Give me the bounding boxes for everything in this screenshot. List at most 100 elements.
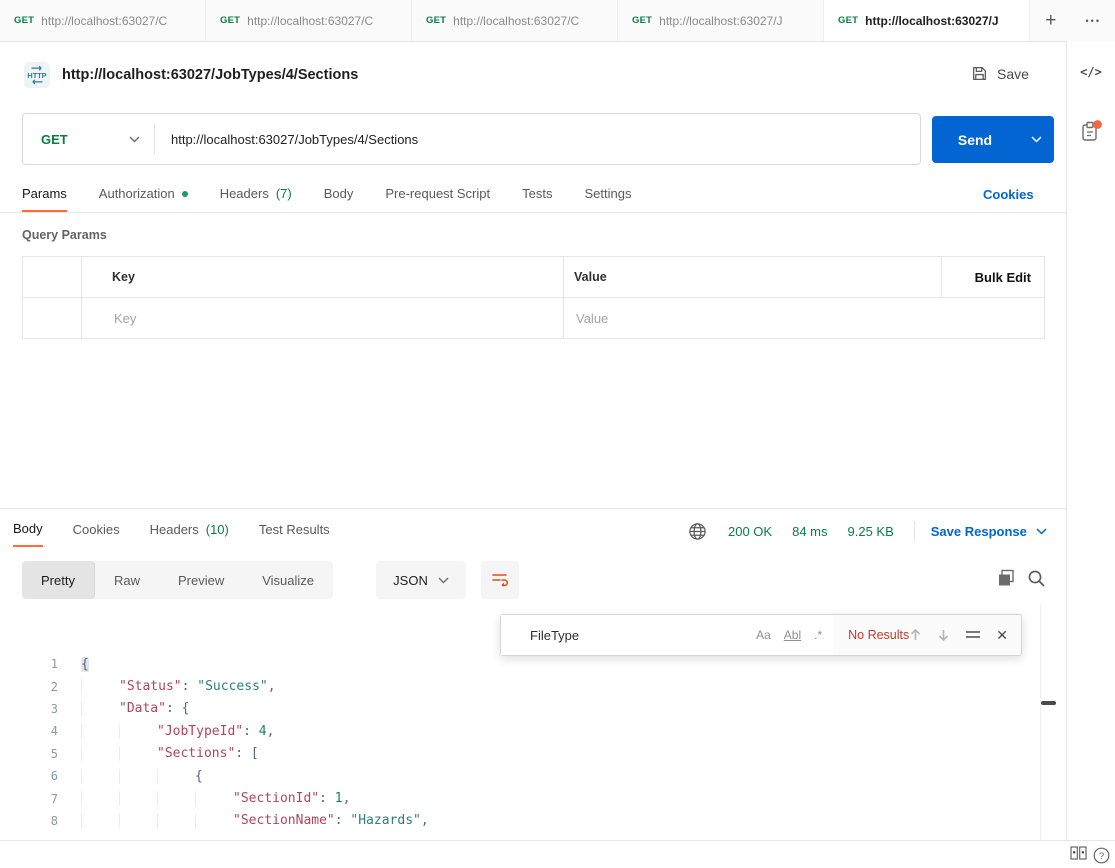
tab-url-label: http://localhost:63027/J <box>659 14 809 28</box>
copy-response-button[interactable] <box>997 569 1016 593</box>
code-content: "JobTypeId": 4, <box>81 724 274 739</box>
new-tab-button[interactable]: + <box>1030 0 1072 41</box>
view-raw[interactable]: Raw <box>95 561 159 599</box>
response-meta: 200 OK 84 ms 9.25 KB Save Response <box>688 521 1047 541</box>
request-tab-5[interactable]: GET http://localhost:63027/J <box>824 0 1030 41</box>
tab-method-label: GET <box>14 15 34 26</box>
json-token: "Hazards" <box>350 813 420 828</box>
regex-toggle[interactable]: .* <box>814 628 822 642</box>
indent-guide <box>119 813 157 828</box>
response-tab-cookies[interactable]: Cookies <box>73 517 120 547</box>
network-globe-icon[interactable] <box>688 522 707 541</box>
find-next-icon[interactable] <box>937 628 950 642</box>
response-tab-body[interactable]: Body <box>13 517 43 547</box>
tab-headers[interactable]: Headers(7) <box>220 182 292 210</box>
indent-guide <box>157 813 195 828</box>
find-modes: Aa Abl .* <box>756 628 822 642</box>
tab-authorization[interactable]: Authorization <box>99 182 188 210</box>
save-response-button[interactable]: Save Response <box>931 524 1047 539</box>
indent-guide <box>119 769 157 784</box>
tab-options-icon[interactable]: ••• <box>1072 0 1115 41</box>
app-window: GEThttp://localhost:63027/CGEThttp://loc… <box>0 0 1115 868</box>
bulk-edit-button[interactable]: Bulk Edit <box>975 270 1031 285</box>
match-case-toggle[interactable]: Aa <box>756 628 771 642</box>
chevron-down-icon <box>1036 528 1047 535</box>
wrap-text-icon <box>491 572 509 588</box>
whole-word-toggle[interactable]: Abl <box>784 628 801 642</box>
split-panes-icon[interactable] <box>1070 846 1087 865</box>
save-button[interactable]: Save <box>971 65 1029 82</box>
response-tab-headers[interactable]: Headers(10) <box>150 517 229 547</box>
search-response-button[interactable] <box>1027 569 1046 593</box>
tab-tests[interactable]: Tests <box>522 182 552 210</box>
code-line: 7"SectionId": 1, <box>0 787 1040 809</box>
json-token: , <box>267 724 275 739</box>
request-tab-2[interactable]: GEThttp://localhost:63027/C <box>206 0 412 41</box>
copy-icon <box>997 569 1016 588</box>
json-token: { <box>195 769 203 784</box>
row-drag-handle[interactable] <box>23 298 81 338</box>
tab-params[interactable]: Params <box>22 182 67 212</box>
send-button[interactable]: Send <box>932 116 1054 163</box>
tab-settings[interactable]: Settings <box>584 182 631 210</box>
method-label: GET <box>41 132 129 147</box>
send-options-chevron[interactable] <box>1018 116 1054 163</box>
method-dropdown[interactable]: GET <box>23 114 154 164</box>
wrap-text-button[interactable] <box>481 561 519 599</box>
find-navigation: ✕ <box>909 627 1021 644</box>
find-results-status: No Results <box>848 628 909 642</box>
param-value-input[interactable] <box>574 310 908 327</box>
http-request-icon: HTTP <box>24 62 50 88</box>
code-line: 5"Sections": [ <box>0 743 1040 765</box>
response-body-viewer[interactable]: 1{2"Status": "Success",3"Data": {4"JobTy… <box>0 653 1040 832</box>
help-icon[interactable]: ? <box>1093 847 1110 868</box>
save-response-label: Save Response <box>931 524 1027 539</box>
code-snippet-icon[interactable]: </> <box>1080 65 1102 79</box>
request-tab-1[interactable]: GEThttp://localhost:63027/C <box>0 0 206 41</box>
json-token: "Status" <box>119 679 182 694</box>
request-section-tabs: Params Authorization Headers(7) Body Pre-req… <box>22 182 631 212</box>
line-number: 8 <box>0 814 58 828</box>
indent-guide <box>81 679 119 694</box>
tab-body[interactable]: Body <box>324 182 354 210</box>
code-content: { <box>81 657 89 672</box>
comments-icon[interactable] <box>1079 119 1103 150</box>
tab-label: Headers <box>150 522 199 537</box>
view-visualize[interactable]: Visualize <box>243 561 333 599</box>
find-previous-icon[interactable] <box>909 628 922 642</box>
search-icon <box>1027 569 1046 588</box>
tab-method-label: GET <box>838 15 858 26</box>
tab-label: Test Results <box>259 522 330 537</box>
tab-url-label: http://localhost:63027/J <box>865 14 1015 28</box>
tab-label: Body <box>13 521 43 536</box>
chevron-down-icon <box>1031 136 1042 143</box>
send-label[interactable]: Send <box>932 116 1018 163</box>
json-token: "Sections" <box>157 746 235 761</box>
format-dropdown[interactable]: JSON <box>376 561 466 599</box>
view-preview[interactable]: Preview <box>159 561 243 599</box>
request-tab-3[interactable]: GEThttp://localhost:63027/C <box>412 0 618 41</box>
request-tab-4[interactable]: GEThttp://localhost:63027/J <box>618 0 824 41</box>
scrollbar-thumb[interactable] <box>1041 701 1056 705</box>
cookies-link[interactable]: Cookies <box>983 187 1034 202</box>
find-input[interactable] <box>501 627 756 644</box>
notification-dot <box>1093 120 1102 129</box>
json-token: { <box>81 657 89 672</box>
response-splitter[interactable] <box>0 508 1067 509</box>
find-options-icon[interactable] <box>965 629 981 641</box>
response-time[interactable]: 84 ms <box>792 524 827 539</box>
view-pretty[interactable]: Pretty <box>22 561 95 599</box>
indent-guide <box>81 791 119 806</box>
url-input[interactable] <box>155 114 920 164</box>
status-code[interactable]: 200 OK <box>728 524 772 539</box>
tab-pre-request-script[interactable]: Pre-request Script <box>385 182 490 210</box>
line-number: 1 <box>0 657 58 671</box>
response-tab-test-results[interactable]: Test Results <box>259 517 330 547</box>
status-bar: ? <box>0 840 1115 868</box>
tab-label: Tests <box>522 186 552 201</box>
param-key-input[interactable] <box>112 310 522 327</box>
find-close-icon[interactable]: ✕ <box>996 627 1008 644</box>
response-size[interactable]: 9.25 KB <box>848 524 894 539</box>
query-params-title: Query Params <box>22 228 107 242</box>
line-number: 5 <box>0 747 58 761</box>
